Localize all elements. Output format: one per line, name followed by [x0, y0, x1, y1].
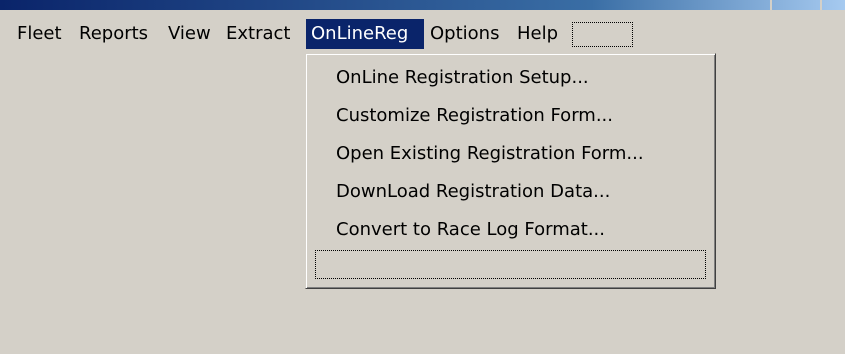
- menu-item-convert-to-race-log-format[interactable]: Convert to Race Log Format...: [336, 215, 605, 245]
- menu-item-online-registration-setup[interactable]: OnLine Registration Setup...: [336, 63, 589, 93]
- menu-onlinereg[interactable]: OnLineReg: [306, 19, 424, 49]
- title-bar-button-edge: [820, 0, 822, 10]
- menu-options[interactable]: Options: [425, 19, 504, 49]
- menu-item-download-registration-data[interactable]: DownLoad Registration Data...: [336, 177, 610, 207]
- menu-help[interactable]: Help: [512, 19, 563, 49]
- menu-reports[interactable]: Reports: [74, 19, 153, 49]
- menu-item-placeholder[interactable]: [315, 250, 706, 279]
- menu-item-open-existing-registration-form[interactable]: Open Existing Registration Form...: [336, 139, 644, 169]
- application-window: Fleet Reports View Extract OnLineReg Opt…: [0, 0, 845, 354]
- title-bar-button-edge: [770, 0, 772, 10]
- menu-placeholder[interactable]: [572, 22, 633, 47]
- onlinereg-dropdown-menu: OnLine Registration Setup... Customize R…: [305, 53, 716, 289]
- title-bar[interactable]: [0, 0, 845, 10]
- menu-item-customize-registration-form[interactable]: Customize Registration Form...: [336, 101, 613, 131]
- menu-view[interactable]: View: [163, 19, 216, 49]
- menu-extract[interactable]: Extract: [221, 19, 295, 49]
- menu-fleet[interactable]: Fleet: [12, 19, 67, 49]
- menu-bar: Fleet Reports View Extract OnLineReg Opt…: [0, 16, 845, 56]
